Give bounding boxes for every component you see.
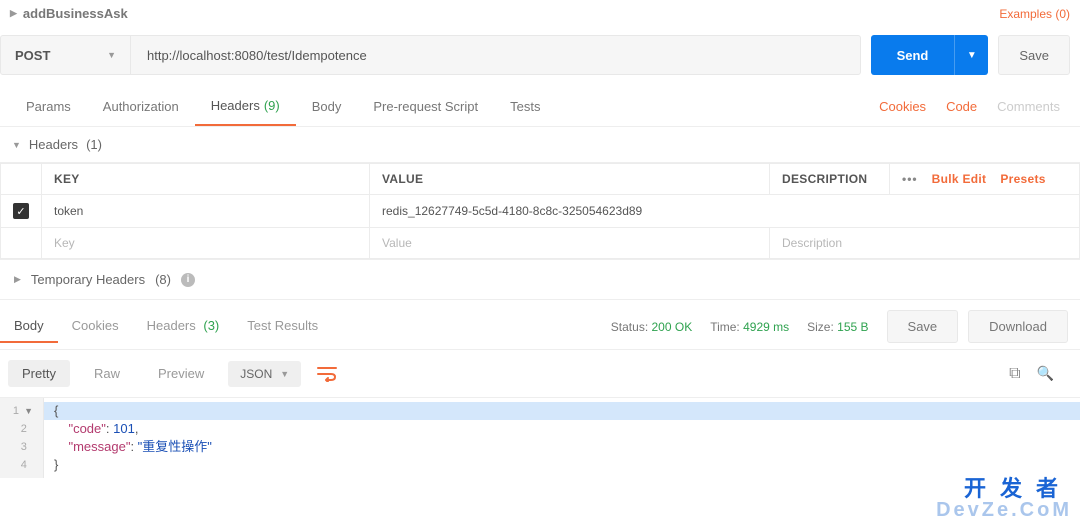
wrap-icon [317,366,337,382]
copy-icon[interactable]: ⧉ [1009,365,1026,383]
bulk-edit-link[interactable]: Bulk Edit [932,172,987,186]
caret-right-icon: ▶ [10,8,17,19]
table-row[interactable]: ✓ token redis_12627749-5c5d-4180-8c8c-32… [1,195,1080,228]
tab-headers[interactable]: Headers (9) [195,87,296,126]
caret-down-icon: ▼ [12,140,21,150]
method-select[interactable]: POST ▼ [1,36,131,74]
col-value: VALUE [370,164,770,195]
tab-authorization[interactable]: Authorization [87,87,195,126]
resp-tab-cookies[interactable]: Cookies [58,310,133,343]
url-input[interactable]: http://localhost:8080/test/Idempotence [131,36,860,74]
tab-params[interactable]: Params [10,87,87,126]
send-button[interactable]: Send ▼ [871,35,989,75]
resp-tab-headers[interactable]: Headers (3) [133,310,234,343]
more-options-icon[interactable]: ••• [902,172,918,186]
tab-tests[interactable]: Tests [494,87,556,126]
method-url-group: POST ▼ http://localhost:8080/test/Idempo… [0,35,861,75]
code-link[interactable]: Code [936,99,987,114]
format-select[interactable]: JSON ▼ [228,361,301,387]
time-value: 4929 ms [743,320,789,334]
tab-prerequest[interactable]: Pre-request Script [357,87,494,126]
save-request-button[interactable]: Save [998,35,1070,75]
search-icon[interactable]: 🔍 [1037,365,1072,382]
watermark: 开发者 DevZe.CoM [936,471,1072,522]
resp-tab-body[interactable]: Body [0,310,58,343]
viewer-tab-pretty[interactable]: Pretty [8,360,70,387]
info-icon[interactable]: i [181,273,195,287]
download-response-button[interactable]: Download [968,310,1068,343]
key-input[interactable]: Key [42,228,370,259]
caret-right-icon: ▶ [14,274,21,285]
status-value: 200 OK [652,320,693,334]
tab-body[interactable]: Body [296,87,358,126]
fold-icon[interactable]: ▼ [24,402,33,420]
table-row-new[interactable]: Key Value Description [1,228,1080,259]
viewer-tab-raw[interactable]: Raw [80,360,134,387]
url-value: http://localhost:8080/test/Idempotence [147,48,367,63]
method-value: POST [15,48,50,63]
save-response-button[interactable]: Save [887,310,959,343]
headers-accordion[interactable]: ▼ Headers (1) [0,127,1080,163]
temporary-headers-accordion[interactable]: ▶ Temporary Headers (8) i [0,259,1080,300]
send-dropdown[interactable]: ▼ [954,35,988,75]
checkbox-icon[interactable]: ✓ [13,203,29,219]
response-body-viewer[interactable]: 1 ▼ 2 3 4 { "code": 101, "message": "重复性… [0,398,1080,478]
request-name[interactable]: ▶ addBusinessAsk [10,6,128,21]
col-key: KEY [42,164,370,195]
request-title: addBusinessAsk [23,6,128,21]
examples-link[interactable]: Examples (0) [999,7,1070,21]
col-description: DESCRIPTION [770,164,890,195]
caret-down-icon: ▼ [107,50,116,60]
resp-tab-tests[interactable]: Test Results [233,310,332,343]
cookies-link[interactable]: Cookies [869,99,936,114]
header-value-cell[interactable]: redis_12627749-5c5d-4180-8c8c-325054623d… [370,195,1080,228]
save-label: Save [1019,48,1049,63]
headers-table: KEY VALUE DESCRIPTION ••• Bulk Edit Pres… [0,163,1080,259]
comments-link[interactable]: Comments [987,99,1070,114]
caret-down-icon: ▼ [280,369,289,379]
presets-link[interactable]: Presets [1000,172,1045,186]
line-gutter: 1 ▼ 2 3 4 [0,398,44,478]
viewer-tab-preview[interactable]: Preview [144,360,218,387]
description-input[interactable]: Description [770,228,1080,259]
value-input[interactable]: Value [370,228,770,259]
size-value: 155 B [837,320,868,334]
wrap-lines-button[interactable] [311,362,343,386]
header-key-cell[interactable]: token [42,195,370,228]
send-label: Send [871,35,955,75]
